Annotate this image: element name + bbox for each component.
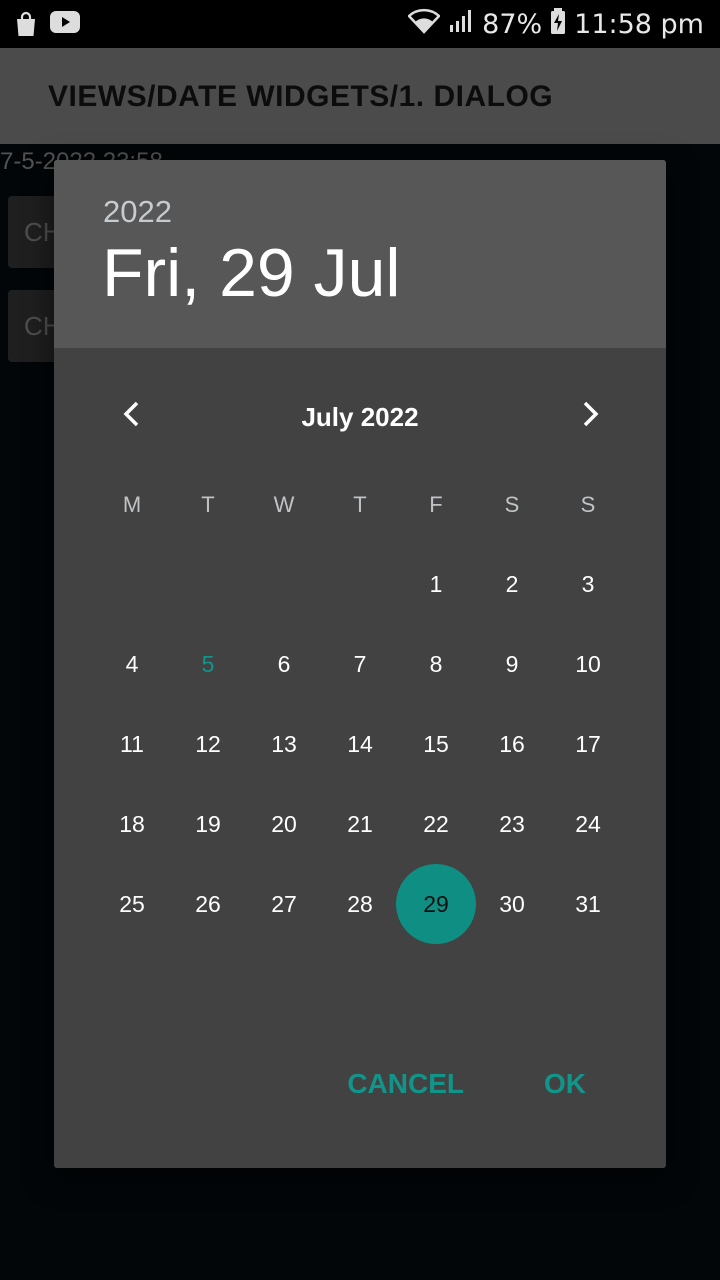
day-number: 14 xyxy=(347,730,373,757)
day-25[interactable]: 25 xyxy=(94,864,170,944)
day-number: 23 xyxy=(499,810,525,837)
day-31[interactable]: 31 xyxy=(550,864,626,944)
weekday-label: F xyxy=(429,492,443,517)
day-number: 1 xyxy=(429,570,443,597)
day-22[interactable]: 22 xyxy=(398,784,474,864)
calendar-week-row: 18 19 20 21 22 23 24 xyxy=(94,784,626,864)
dialog-header: 2022 Fri, 29 Jul xyxy=(54,160,666,348)
clock: 11:58 pm xyxy=(574,9,704,40)
weekday-label: M xyxy=(122,492,142,517)
day-30[interactable]: 30 xyxy=(474,864,550,944)
youtube-icon xyxy=(50,11,80,42)
battery-percentage: 87% xyxy=(482,9,543,40)
date-picker-dialog: 2022 Fri, 29 Jul July 2022 M T W T F S S… xyxy=(54,160,666,1168)
header-year[interactable]: 2022 xyxy=(103,194,172,230)
day-number: 25 xyxy=(119,890,145,917)
day-number: 30 xyxy=(499,890,525,917)
day-number: 4 xyxy=(125,650,139,677)
battery-charging-icon xyxy=(550,8,566,41)
weekday-label: S xyxy=(504,492,520,517)
day-number: 5 xyxy=(201,650,215,677)
day-7[interactable]: 7 xyxy=(322,624,398,704)
empty-day-cell xyxy=(246,544,322,624)
day-number: 8 xyxy=(429,650,443,677)
day-16[interactable]: 16 xyxy=(474,704,550,784)
day-number: 28 xyxy=(347,890,373,917)
day-number: 19 xyxy=(195,810,221,837)
weekday-label: T xyxy=(353,492,367,517)
day-12[interactable]: 12 xyxy=(170,704,246,784)
day-1[interactable]: 1 xyxy=(398,544,474,624)
day-number: 12 xyxy=(195,730,221,757)
day-11[interactable]: 11 xyxy=(94,704,170,784)
day-number: 20 xyxy=(271,810,297,837)
ok-button[interactable]: OK xyxy=(528,1060,602,1108)
weekday-label: T xyxy=(201,492,215,517)
cancel-button[interactable]: CANCEL xyxy=(331,1060,480,1108)
day-number: 26 xyxy=(195,890,221,917)
day-number: 15 xyxy=(423,730,449,757)
day-26[interactable]: 26 xyxy=(170,864,246,944)
day-4[interactable]: 4 xyxy=(94,624,170,704)
month-navigation: July 2022 xyxy=(54,388,666,448)
day-29[interactable]: 29 xyxy=(396,864,476,944)
day-28[interactable]: 28 xyxy=(322,864,398,944)
day-5[interactable]: 5 xyxy=(170,624,246,704)
day-24[interactable]: 24 xyxy=(550,784,626,864)
day-14[interactable]: 14 xyxy=(322,704,398,784)
day-27[interactable]: 27 xyxy=(246,864,322,944)
day-18[interactable]: 18 xyxy=(94,784,170,864)
day-number: 9 xyxy=(505,650,519,677)
day-21[interactable]: 21 xyxy=(322,784,398,864)
status-bar: 87% 11:58 pm xyxy=(0,0,720,48)
calendar-week-row: 4 5 6 7 8 9 10 xyxy=(94,624,626,704)
day-number: 24 xyxy=(575,810,601,837)
weekday-label: W xyxy=(273,492,295,517)
next-month-button[interactable] xyxy=(560,388,620,444)
day-9[interactable]: 9 xyxy=(474,624,550,704)
day-number: 29 xyxy=(423,890,449,917)
day-15[interactable]: 15 xyxy=(398,704,474,784)
day-number: 31 xyxy=(575,890,601,917)
day-number: 7 xyxy=(353,650,367,677)
weekday-header: M T W T F S S xyxy=(94,492,626,518)
day-number: 11 xyxy=(120,730,144,757)
day-number: 22 xyxy=(423,810,449,837)
day-23[interactable]: 23 xyxy=(474,784,550,864)
calendar-week-row: 1 2 3 xyxy=(94,544,626,624)
day-number: 10 xyxy=(575,650,601,677)
day-10[interactable]: 10 xyxy=(550,624,626,704)
day-6[interactable]: 6 xyxy=(246,624,322,704)
calendar-week-row: 25 26 27 28 29 30 31 xyxy=(94,864,626,944)
day-3[interactable]: 3 xyxy=(550,544,626,624)
day-19[interactable]: 19 xyxy=(170,784,246,864)
empty-day-cell xyxy=(94,544,170,624)
day-number: 6 xyxy=(277,650,291,677)
day-number: 27 xyxy=(271,890,297,917)
day-number: 17 xyxy=(575,730,601,757)
chevron-right-icon xyxy=(579,400,601,433)
header-selected-date[interactable]: Fri, 29 Jul xyxy=(102,234,401,312)
calendar-week-row: 11 12 13 14 15 16 17 xyxy=(94,704,626,784)
day-8[interactable]: 8 xyxy=(398,624,474,704)
day-2[interactable]: 2 xyxy=(474,544,550,624)
day-number: 2 xyxy=(505,570,519,597)
shopping-bag-icon xyxy=(14,11,38,42)
day-number: 18 xyxy=(119,810,145,837)
day-number: 16 xyxy=(499,730,525,757)
signal-icon xyxy=(448,9,474,40)
dialog-actions: CANCEL OK xyxy=(331,1060,666,1108)
empty-day-cell xyxy=(170,544,246,624)
day-number: 21 xyxy=(347,810,373,837)
day-13[interactable]: 13 xyxy=(246,704,322,784)
day-number: 13 xyxy=(271,730,297,757)
calendar-grid: 1 2 3 4 5 6 7 8 9 10 11 12 13 14 15 16 17 18 19 20 21 22 23 24 2… xyxy=(94,544,626,944)
day-17[interactable]: 17 xyxy=(550,704,626,784)
wifi-icon xyxy=(407,8,441,41)
weekday-label: S xyxy=(580,492,596,517)
day-number: 3 xyxy=(581,570,595,597)
empty-day-cell xyxy=(322,544,398,624)
day-20[interactable]: 20 xyxy=(246,784,322,864)
